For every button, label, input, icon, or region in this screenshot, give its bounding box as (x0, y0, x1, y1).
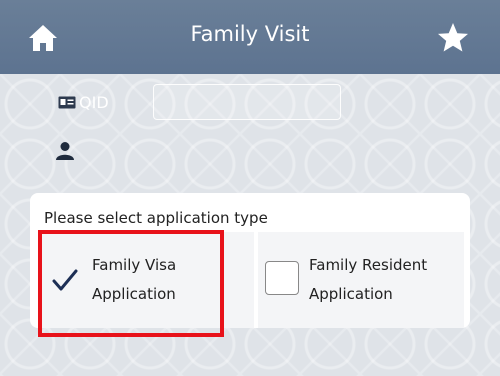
family-resident-checkbox[interactable] (265, 261, 299, 295)
star-icon[interactable] (437, 22, 469, 54)
app-header: Family Visit (0, 0, 500, 74)
qid-label: QID (79, 93, 109, 112)
option-family-resident-line1: Family Resident (309, 256, 428, 274)
option-family-resident-line2: Application (309, 285, 393, 303)
person-icon (56, 142, 74, 160)
qid-input[interactable] (153, 84, 341, 120)
application-type-prompt: Please select application type (44, 209, 268, 227)
page-title: Family Visit (190, 22, 310, 46)
id-card-icon (58, 96, 76, 109)
selection-highlight (38, 230, 224, 337)
